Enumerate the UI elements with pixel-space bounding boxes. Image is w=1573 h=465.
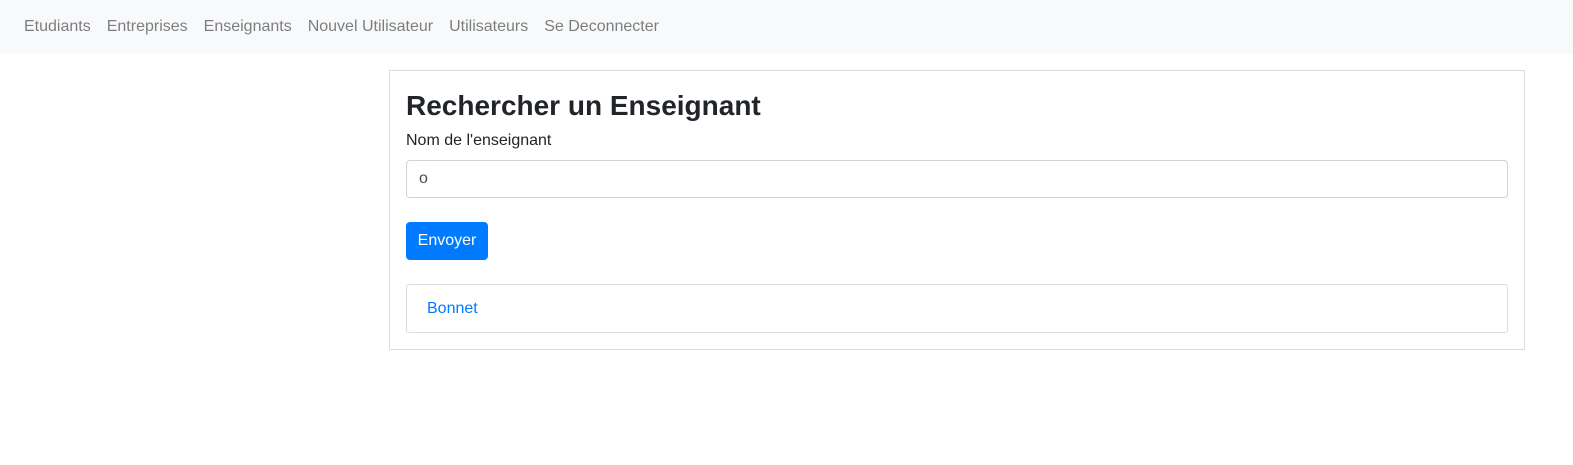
teacher-name-label: Nom de l'enseignant (406, 132, 552, 149)
nav-link-etudiants[interactable]: Etudiants (16, 15, 99, 39)
nav-link-logout[interactable]: Se Deconnecter (536, 15, 667, 39)
search-card: Rechercher un Enseignant Nom de l'enseig… (389, 70, 1525, 350)
submit-button[interactable]: Envoyer (406, 222, 488, 260)
nav-link-enseignants[interactable]: Enseignants (196, 15, 300, 39)
nav-link-utilisateurs[interactable]: Utilisateurs (441, 15, 536, 39)
result-item[interactable]: Bonnet (427, 299, 478, 319)
nav-link-nouvel-utilisateur[interactable]: Nouvel Utilisateur (300, 15, 441, 39)
results-list: Bonnet (406, 284, 1508, 333)
teacher-name-input[interactable] (406, 160, 1508, 198)
page-title: Rechercher un Enseignant (406, 90, 761, 121)
top-navbar: Etudiants Entreprises Enseignants Nouvel… (0, 0, 1573, 54)
nav-link-entreprises[interactable]: Entreprises (99, 15, 196, 39)
